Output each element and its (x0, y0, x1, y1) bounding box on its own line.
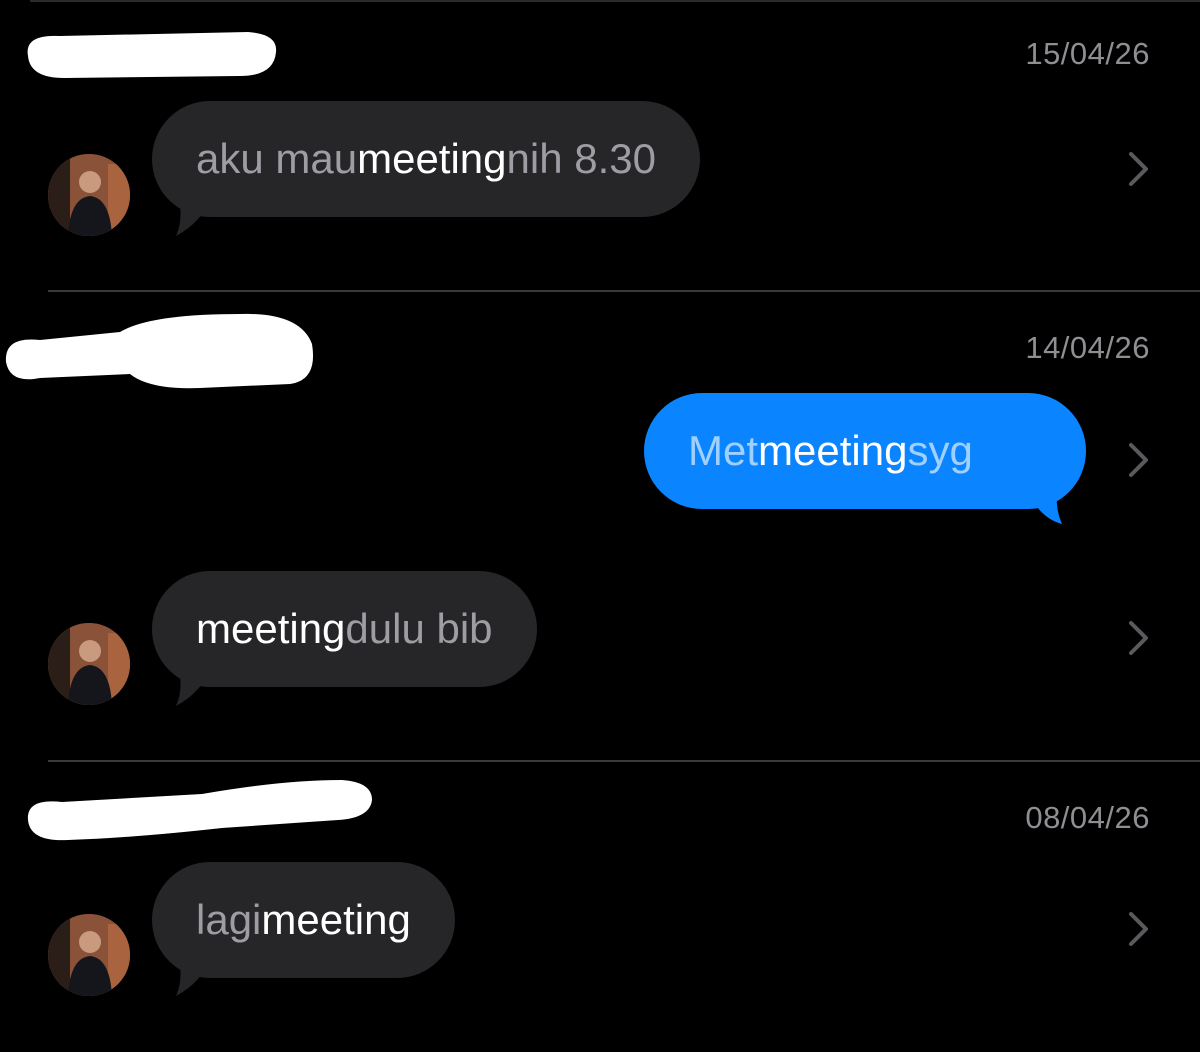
message-text-part: Met (688, 427, 759, 474)
avatar (48, 914, 130, 996)
avatar (48, 623, 130, 705)
result-date: 15/04/26 (1025, 36, 1150, 71)
redacted-contact-name (27, 32, 277, 78)
chevron-right-icon[interactable] (1124, 909, 1154, 949)
message-bubble-incoming[interactable]: lagi meeting (152, 862, 455, 978)
redacted-contact-name (27, 780, 372, 841)
chevron-right-icon[interactable] (1124, 440, 1154, 480)
highlighted-match: meeting (261, 896, 411, 943)
chevron-right-icon[interactable] (1124, 149, 1154, 189)
message-text-part: syg (907, 427, 973, 474)
message-bubble-incoming[interactable]: meeting dulu bib (152, 571, 537, 687)
result-divider (48, 760, 1200, 762)
highlighted-match: meeting (357, 135, 507, 182)
result-divider (48, 290, 1200, 292)
message-text-part: lagi (196, 896, 262, 943)
avatar (48, 154, 130, 236)
message-text-part: dulu bib (345, 605, 493, 652)
highlighted-match: meeting (758, 427, 908, 474)
result-date: 08/04/26 (1025, 800, 1150, 835)
result-date: 14/04/26 (1025, 330, 1150, 365)
top-divider (30, 0, 1200, 2)
message-text-part: nih 8.30 (506, 135, 656, 182)
message-text-part: aku mau (196, 135, 358, 182)
message-bubble-outgoing[interactable]: Met meeting syg (644, 393, 1086, 509)
chevron-right-icon[interactable] (1124, 618, 1154, 658)
highlighted-match: meeting (196, 605, 346, 652)
redacted-contact-name (5, 313, 314, 389)
message-bubble-incoming[interactable]: aku mau meeting nih 8.30 (152, 101, 700, 217)
